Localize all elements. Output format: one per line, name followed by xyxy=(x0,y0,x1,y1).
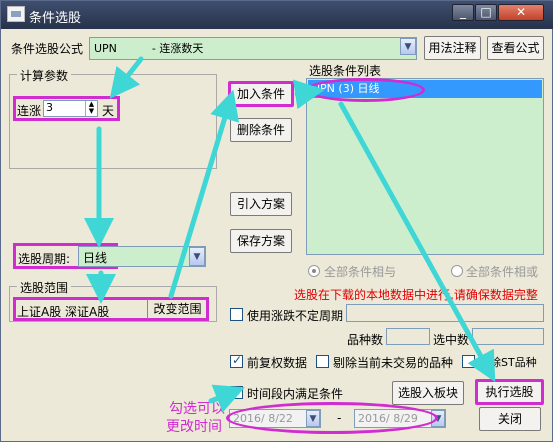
selected-field xyxy=(472,328,544,345)
formula-label: 条件选股公式 xyxy=(11,42,84,56)
param-prefix: 连涨 xyxy=(17,104,42,118)
change-range-button[interactable]: 改变范围 xyxy=(147,299,207,319)
indef-period-checkbox[interactable] xyxy=(230,308,243,321)
title-bar[interactable]: 条件选股 _ □ ✕ xyxy=(1,1,553,29)
period-select[interactable]: 日线 ▼ xyxy=(78,246,206,267)
calc-params-group xyxy=(9,74,217,169)
exclude-untraded-label: 剔除当前未交易的品种 xyxy=(333,356,454,370)
range-highlight: 上证A股 深证A股 改变范围 xyxy=(13,297,209,321)
period-field xyxy=(346,304,544,322)
chevron-down-icon[interactable]: ▼ xyxy=(400,38,416,55)
count-label: 品种数 xyxy=(347,333,384,347)
conditions-list[interactable]: UPN (3) 日线 xyxy=(306,78,544,255)
range-markets: 上证A股 深证A股 xyxy=(17,305,110,319)
period-value: 日线 xyxy=(83,251,108,265)
dialog-window: 条件选股 _ □ ✕ 条件选股公式 UPN - 连涨数天 ▼ 用法注释 查看公式… xyxy=(0,0,553,442)
and-label: 全部条件相与 xyxy=(324,265,397,279)
add-condition-button[interactable]: 加入条件 xyxy=(228,81,294,107)
selected-label: 选中数 xyxy=(433,333,470,347)
delete-condition-button[interactable]: 删除条件 xyxy=(230,118,292,142)
to-block-button[interactable]: 选股入板块 xyxy=(392,381,464,405)
import-plan-button[interactable]: 引入方案 xyxy=(230,192,292,216)
days-stepper[interactable]: 3 ▲ ▼ xyxy=(43,100,98,117)
days-value: 3 xyxy=(46,101,53,114)
period-label: 选股周期: xyxy=(18,252,71,266)
usage-notes-button[interactable]: 用法注释 xyxy=(424,36,481,60)
or-radio[interactable] xyxy=(451,265,463,277)
close-button[interactable]: 关闭 xyxy=(479,407,541,431)
date-highlight-oval xyxy=(226,402,438,434)
param-highlight: 连涨 3 ▲ ▼ 天 xyxy=(13,96,120,121)
conditions-label: 选股条件列表 xyxy=(309,64,382,78)
view-formula-button[interactable]: 查看公式 xyxy=(487,36,544,60)
minimize-button[interactable]: _ xyxy=(452,4,474,21)
formula-select[interactable]: UPN - 连涨数天 ▼ xyxy=(89,37,417,60)
window-title: 条件选股 xyxy=(29,11,82,26)
count-field xyxy=(386,328,430,345)
execute-button[interactable]: 执行选股 xyxy=(475,379,544,405)
maximize-button[interactable]: □ xyxy=(475,4,497,21)
app-icon xyxy=(7,6,25,22)
prior-adjust-label: 前复权数据 xyxy=(247,356,308,370)
chevron-down-icon[interactable]: ▼ xyxy=(189,247,205,266)
stepper-arrows-icon[interactable]: ▲ ▼ xyxy=(85,101,97,116)
exclude-st-label: 剔除ST品种 xyxy=(479,356,537,369)
range-title: 选股范围 xyxy=(17,279,72,296)
exclude-st-checkbox[interactable] xyxy=(462,355,475,368)
or-label: 全部条件相或 xyxy=(466,265,539,279)
close-window-button[interactable]: ✕ xyxy=(498,4,544,21)
calc-params-title: 计算参数 xyxy=(17,67,72,84)
formula-select-value: UPN - 连涨数天 xyxy=(94,42,204,55)
param-suffix: 天 xyxy=(102,104,115,118)
exclude-untraded-checkbox[interactable] xyxy=(316,355,329,368)
prior-adjust-checkbox[interactable] xyxy=(230,353,243,368)
and-radio[interactable] xyxy=(308,265,320,277)
annotation-line-1: 勾选可以 xyxy=(169,401,225,417)
annotation-line-2: 更改时间 xyxy=(166,419,222,435)
time-range-label: 时间段内满足条件 xyxy=(247,387,344,401)
warning-text: 选股在下载的本地数据中进行,请确保数据完整 xyxy=(294,288,538,302)
condition-highlight-oval xyxy=(305,78,425,102)
time-range-checkbox[interactable] xyxy=(230,386,243,399)
save-plan-button[interactable]: 保存方案 xyxy=(230,229,292,253)
indef-period-label: 使用涨跌不定周期 xyxy=(247,309,344,323)
